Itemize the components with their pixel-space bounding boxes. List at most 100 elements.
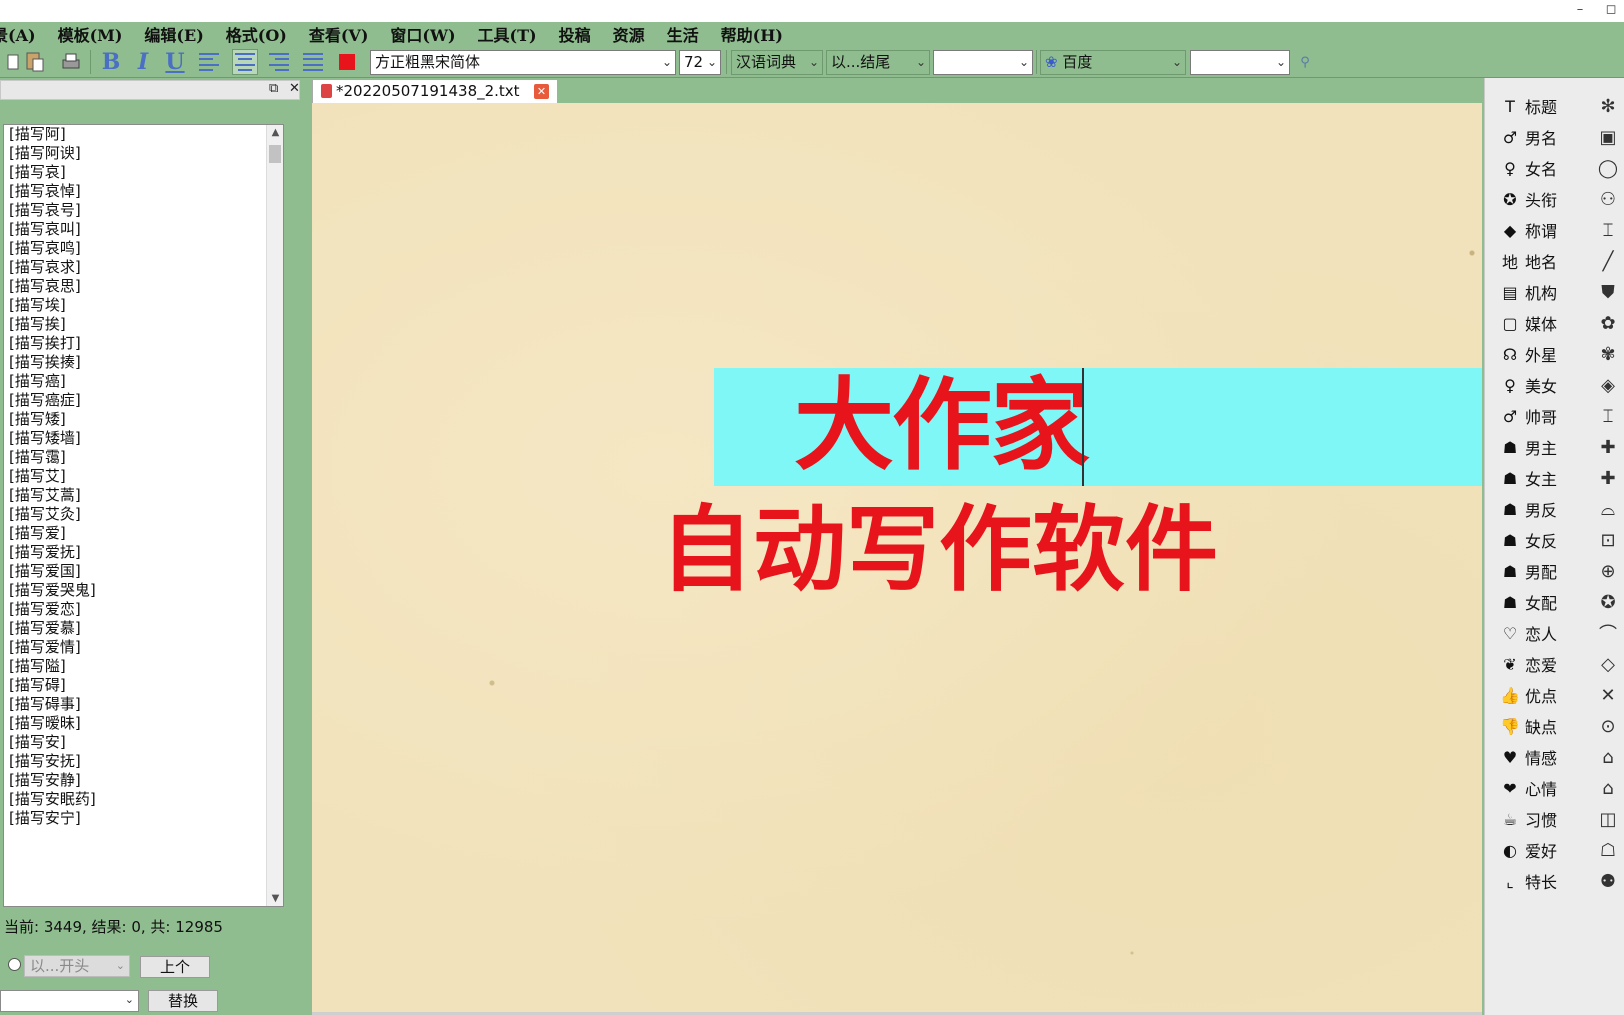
list-item[interactable]: [描写哀悼] <box>4 182 283 201</box>
dictionary-select[interactable]: 汉语词典 ⌄ <box>731 50 823 75</box>
menu-item[interactable]: 查看(V) <box>309 22 369 46</box>
start-mode-radio[interactable] <box>8 958 21 971</box>
start-mode-select[interactable]: 以...开头 ⌄ <box>24 955 130 977</box>
list-item[interactable]: [描写哀鸣] <box>4 239 283 258</box>
font-name-select[interactable]: 方正粗黑宋简体 ⌄ <box>370 50 676 75</box>
font-size-select[interactable]: 72 ⌄ <box>679 50 721 75</box>
panel-tool-icon[interactable]: ⊕ <box>1595 558 1621 584</box>
panel-tool-icon[interactable]: ⌒ <box>1595 620 1621 646</box>
prev-button[interactable]: 上个 <box>140 956 210 978</box>
list-item[interactable]: [描写哀求] <box>4 258 283 277</box>
menu-item[interactable]: 格式(O) <box>226 22 287 46</box>
minimize-button[interactable]: – <box>1565 0 1595 22</box>
list-item[interactable]: [描写埃] <box>4 296 283 315</box>
panel-tool-icon[interactable]: ☖ <box>1595 837 1621 863</box>
replace-select[interactable]: ⌄ <box>0 990 139 1012</box>
close-icon[interactable]: ✕ <box>289 81 300 96</box>
list-item[interactable]: [描写哀] <box>4 163 283 182</box>
panel-item[interactable]: ☗ 男配 <box>1499 557 1557 585</box>
list-item[interactable]: [描写爱恋] <box>4 600 283 619</box>
menu-item[interactable]: 帮助(H) <box>721 22 783 46</box>
print-icon[interactable] <box>58 49 84 75</box>
list-item[interactable]: [描写安静] <box>4 771 283 790</box>
list-item[interactable]: [描写艾灸] <box>4 505 283 524</box>
panel-item[interactable]: 地地名 <box>1499 247 1557 275</box>
list-item[interactable]: [描写安抚] <box>4 752 283 771</box>
replace-button[interactable]: 替换 <box>148 990 218 1012</box>
underline-button[interactable]: U <box>162 49 188 75</box>
restore-button[interactable]: ◻ <box>1596 0 1624 22</box>
panel-tool-icon[interactable]: ⌂ <box>1595 744 1621 770</box>
panel-item[interactable]: ⌞ 特长 <box>1499 867 1557 895</box>
panel-item[interactable]: ◐ 爱好 <box>1499 836 1557 864</box>
panel-tool-icon[interactable]: ✾ <box>1595 341 1621 367</box>
list-item[interactable]: [描写爱国] <box>4 562 283 581</box>
list-item[interactable]: [描写矮] <box>4 410 283 429</box>
panel-item[interactable]: ❤ 心情 <box>1499 774 1557 802</box>
list-item[interactable]: [描写安眠药] <box>4 790 283 809</box>
list-item[interactable]: [描写艾蒿] <box>4 486 283 505</box>
scroll-thumb[interactable] <box>269 145 281 163</box>
panel-item[interactable]: 👎 缺点 <box>1499 712 1557 740</box>
list-item[interactable]: [描写爱情] <box>4 638 283 657</box>
panel-item[interactable]: ☗ 男主 <box>1499 433 1557 461</box>
menu-item[interactable]: 景(A) <box>0 22 36 46</box>
menu-item[interactable]: 模板(M) <box>58 22 123 46</box>
list-item[interactable]: [描写碍] <box>4 676 283 695</box>
panel-tool-icon[interactable]: ⊙ <box>1595 713 1621 739</box>
list-item[interactable]: [描写碍事] <box>4 695 283 714</box>
panel-item[interactable]: ☗ 女反 <box>1499 526 1557 554</box>
list-item[interactable]: [描写爱] <box>4 524 283 543</box>
panel-item[interactable]: ☕ 习惯 <box>1499 805 1557 833</box>
panel-item[interactable]: ❦ 恋爱 <box>1499 650 1557 678</box>
list-item[interactable]: [描写阿谀] <box>4 144 283 163</box>
justify-icon[interactable] <box>300 49 326 75</box>
search-input[interactable]: ⌄ <box>1190 50 1290 75</box>
list-item[interactable]: [描写爱慕] <box>4 619 283 638</box>
menu-item[interactable]: 投稿 <box>559 22 591 46</box>
panel-tool-icon[interactable]: ◫ <box>1595 806 1621 832</box>
panel-tool-icon[interactable]: ⌓ <box>1595 496 1621 522</box>
match-value-select[interactable]: ⌄ <box>933 50 1033 75</box>
panel-item[interactable]: ♀ 美女 <box>1499 371 1557 399</box>
editor-area[interactable]: 大作家 自动写作软件 <box>312 103 1482 1013</box>
panel-item[interactable]: ☗ 女配 <box>1499 588 1557 616</box>
list-item[interactable]: [描写爱抚] <box>4 543 283 562</box>
panel-item[interactable]: ▤ 机构 <box>1499 278 1557 306</box>
panel-tool-icon[interactable]: ✻ <box>1595 93 1621 119</box>
panel-tool-icon[interactable]: ⌶ <box>1595 403 1621 429</box>
panel-item[interactable]: 👍 优点 <box>1499 681 1557 709</box>
list-item[interactable]: [描写艾] <box>4 467 283 486</box>
panel-tool-icon[interactable]: ✕ <box>1595 682 1621 708</box>
panel-item[interactable]: ◆ 称谓 <box>1499 216 1557 244</box>
float-icon[interactable]: ⧉ <box>269 81 278 96</box>
panel-item[interactable]: ♡ 恋人 <box>1499 619 1557 647</box>
menu-item[interactable]: 生活 <box>667 22 699 46</box>
menu-item[interactable]: 窗口(W) <box>390 22 455 46</box>
panel-tool-icon[interactable]: ⚇ <box>1595 186 1621 212</box>
list-item[interactable]: [描写矮墙] <box>4 429 283 448</box>
panel-tool-icon[interactable]: ◈ <box>1595 372 1621 398</box>
panel-tool-icon[interactable]: ▣ <box>1595 124 1621 150</box>
align-right-icon[interactable] <box>266 49 292 75</box>
italic-button[interactable]: I <box>130 49 156 75</box>
panel-item[interactable]: ☗ 女主 <box>1499 464 1557 492</box>
panel-tool-icon[interactable]: ╱ <box>1595 248 1621 274</box>
list-item[interactable]: [描写哀思] <box>4 277 283 296</box>
list-item[interactable]: [描写哀号] <box>4 201 283 220</box>
search-engine-select[interactable]: ❀ 百度 ⌄ <box>1040 50 1186 75</box>
panel-tool-icon[interactable]: ✿ <box>1595 310 1621 336</box>
list-item[interactable]: [描写癌症] <box>4 391 283 410</box>
list-item[interactable]: [描写挨] <box>4 315 283 334</box>
menu-item[interactable]: 资源 <box>613 22 645 46</box>
list-item[interactable]: [描写癌] <box>4 372 283 391</box>
panel-tool-icon[interactable]: ⛊ <box>1595 279 1621 305</box>
list-scrollbar[interactable]: ▲ ▼ <box>266 125 283 906</box>
panel-item[interactable]: ✪ 头衔 <box>1499 185 1557 213</box>
list-item[interactable]: [描写暧昧] <box>4 714 283 733</box>
scroll-up-icon[interactable]: ▲ <box>267 127 283 138</box>
list-item[interactable]: [描写霭] <box>4 448 283 467</box>
align-center-icon[interactable] <box>232 49 258 75</box>
list-item[interactable]: [描写阿] <box>4 125 283 144</box>
panel-item[interactable]: ▢ 媒体 <box>1499 309 1557 337</box>
